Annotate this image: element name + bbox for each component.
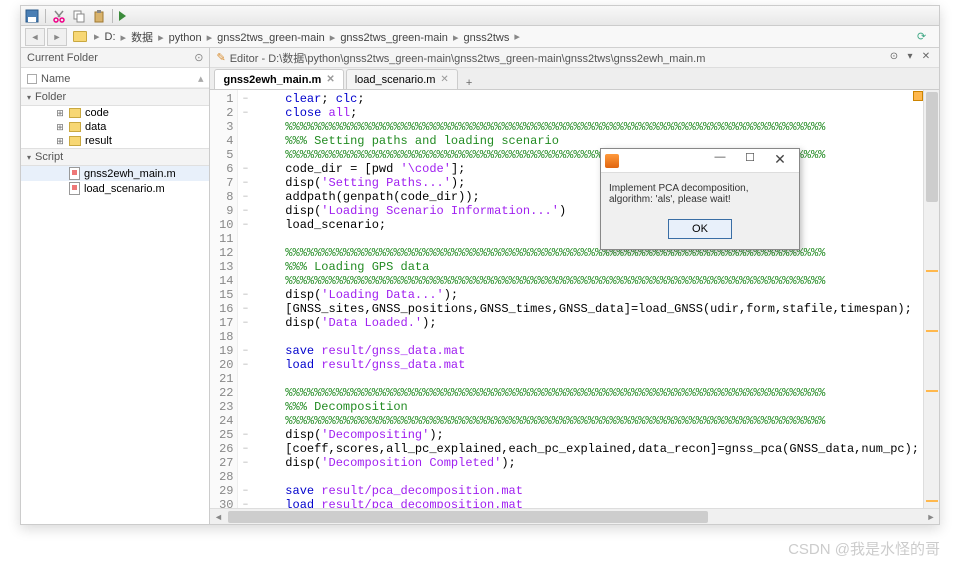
quick-access-toolbar xyxy=(21,6,939,26)
editor-icon: ✎ xyxy=(216,51,225,64)
watermark: CSDN @我是水怪的哥 xyxy=(788,538,940,559)
script-item[interactable]: gnss2ewh_main.m xyxy=(21,166,209,181)
refresh-icon[interactable]: ⟳ xyxy=(917,30,935,43)
code-editor[interactable]: 1234567891011121314151617181920212223242… xyxy=(210,90,939,508)
line-gutter: 1234567891011121314151617181920212223242… xyxy=(210,90,238,508)
run-icon[interactable] xyxy=(119,11,126,21)
folder-item[interactable]: ⊞code xyxy=(21,106,209,120)
new-tab-button[interactable]: + xyxy=(460,77,478,89)
message-dialog: — ☐ ✕ Implement PCA decomposition, algor… xyxy=(600,148,800,250)
editor-tabs: gnss2ewh_main.m✕load_scenario.m✕ + xyxy=(210,68,939,90)
paste-icon[interactable] xyxy=(92,9,106,23)
copy-icon[interactable] xyxy=(72,9,86,23)
panel-close-icon[interactable]: ✕ xyxy=(919,51,933,65)
crumb-drive[interactable]: D: xyxy=(103,31,118,43)
dialog-max-button[interactable]: ☐ xyxy=(735,151,765,171)
crumb[interactable]: 数据 xyxy=(129,32,155,44)
save-icon[interactable] xyxy=(25,9,39,23)
nav-fwd-button[interactable]: ► xyxy=(47,28,67,46)
crumb[interactable]: gnss2tws_green-main xyxy=(215,32,327,44)
tab-close-icon[interactable]: ✕ xyxy=(326,74,334,85)
mfile-icon xyxy=(69,167,80,180)
dialog-message: Implement PCA decomposition, algorithm: … xyxy=(601,173,799,215)
folder-icon xyxy=(69,136,81,146)
crumb[interactable]: python xyxy=(167,32,204,44)
crumb[interactable]: gnss2tws xyxy=(461,32,511,44)
script-section[interactable]: ▾Script xyxy=(21,148,209,166)
cut-icon[interactable] xyxy=(52,9,66,23)
folder-item[interactable]: ⊞data xyxy=(21,120,209,134)
mfile-icon xyxy=(69,182,80,195)
tab-close-icon[interactable]: ✕ xyxy=(440,74,448,85)
nav-back-button[interactable]: ◄ xyxy=(25,28,45,46)
scrollbar-thumb[interactable] xyxy=(926,92,938,202)
name-column-header[interactable]: Name▴ xyxy=(21,70,209,88)
editor-titlebar: ✎ Editor - D:\数据\python\gnss2tws_green-m… xyxy=(210,48,939,68)
folder-item[interactable]: ⊞result xyxy=(21,134,209,148)
app-window: ◄ ► ▸ D: ▸数据▸python▸gnss2tws_green-main▸… xyxy=(20,5,940,525)
panel-gear-icon[interactable]: ⊙ xyxy=(887,51,901,65)
code-text[interactable]: clear; clc; close all; %%%%%%%%%%%%%%%%%… xyxy=(252,90,923,508)
address-bar: ◄ ► ▸ D: ▸数据▸python▸gnss2tws_green-main▸… xyxy=(21,26,939,48)
vertical-scrollbar[interactable] xyxy=(923,90,939,508)
script-item[interactable]: load_scenario.m xyxy=(21,181,209,196)
crumb[interactable]: gnss2tws_green-main xyxy=(338,32,450,44)
panel-menu-icon[interactable]: ⊙ xyxy=(194,51,203,64)
folder-icon xyxy=(69,108,81,118)
dialog-titlebar[interactable]: — ☐ ✕ xyxy=(601,149,799,173)
editor-path: Editor - D:\数据\python\gnss2tws_green-mai… xyxy=(230,50,706,66)
current-folder-title: Current Folder ⊙ xyxy=(21,48,209,68)
dialog-min-button[interactable]: — xyxy=(705,151,735,171)
dialog-ok-button[interactable]: OK xyxy=(668,219,732,239)
current-folder-panel: Current Folder ⊙ Name▴ ▾Folder ⊞code⊞dat… xyxy=(21,48,210,524)
panel-max-icon[interactable]: ▾ xyxy=(903,51,917,65)
folder-icon xyxy=(73,31,87,42)
editor-tab[interactable]: load_scenario.m✕ xyxy=(346,69,458,89)
editor-panel: ✎ Editor - D:\数据\python\gnss2tws_green-m… xyxy=(210,48,939,524)
editor-tab[interactable]: gnss2ewh_main.m✕ xyxy=(214,69,343,89)
code-analyzer-indicator[interactable] xyxy=(913,91,923,101)
folder-section[interactable]: ▾Folder xyxy=(21,88,209,106)
folder-tree: Name▴ ▾Folder ⊞code⊞data⊞result ▾Script … xyxy=(21,68,209,524)
matlab-icon xyxy=(605,154,619,168)
folder-icon xyxy=(69,122,81,132)
dialog-close-button[interactable]: ✕ xyxy=(765,151,795,171)
horizontal-scrollbar[interactable]: ◄► xyxy=(210,508,939,524)
fold-gutter[interactable]: −− −−−−− −−− −− −−− −− −− xyxy=(238,90,252,508)
